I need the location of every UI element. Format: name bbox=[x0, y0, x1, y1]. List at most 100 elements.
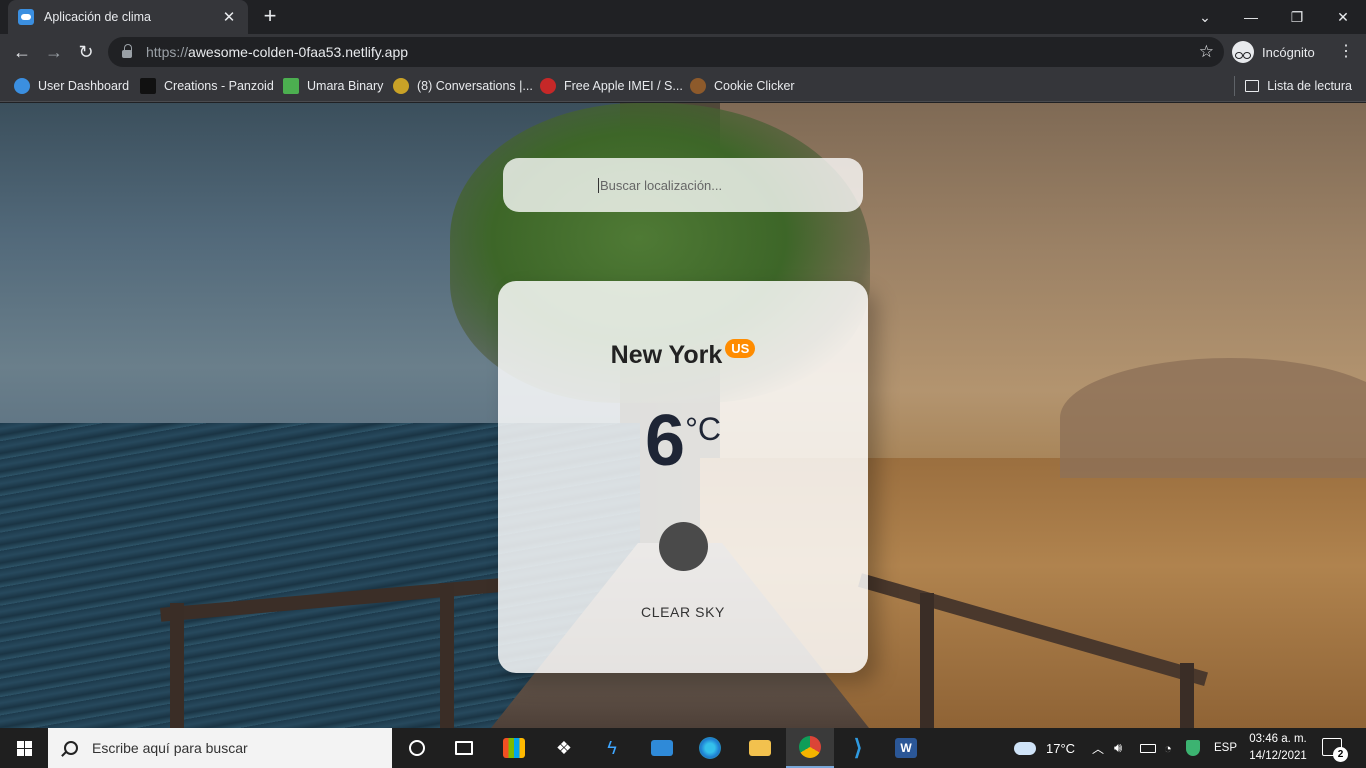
lock-icon[interactable] bbox=[122, 44, 132, 58]
country-badge: US bbox=[725, 339, 756, 358]
bookmark-star-icon[interactable]: ☆ bbox=[1199, 42, 1214, 62]
incognito-icon bbox=[1232, 41, 1254, 63]
file-explorer-button[interactable] bbox=[736, 728, 784, 768]
wifi-icon: ◔ bbox=[1164, 740, 1172, 756]
bookmark-favicon-icon bbox=[14, 78, 30, 94]
chevron-up-icon: ︿ bbox=[1092, 741, 1105, 756]
taskbar-search-placeholder: Escribe aquí para buscar bbox=[92, 740, 248, 756]
location-search-box bbox=[503, 158, 863, 212]
bookmark-favicon-icon bbox=[283, 78, 299, 94]
volume-button[interactable]: 🔊︎ bbox=[1114, 728, 1122, 768]
task-view-icon bbox=[455, 741, 473, 755]
weather-description: CLEAR SKY bbox=[641, 604, 725, 620]
mail-button[interactable] bbox=[638, 728, 686, 768]
language-label: ESP bbox=[1214, 742, 1238, 754]
new-tab-button[interactable]: + bbox=[258, 5, 282, 29]
word-button[interactable]: W bbox=[882, 728, 930, 768]
bookmark-favicon-icon bbox=[140, 78, 156, 94]
battery-button[interactable] bbox=[1140, 728, 1156, 768]
restore-button[interactable]: ❐ bbox=[1274, 0, 1320, 34]
temperature-unit: °C bbox=[685, 411, 721, 447]
windows-taskbar: Escribe aquí para buscar ❖ ϟ ⟩ W 17°C ︿ … bbox=[0, 728, 1366, 768]
app-button[interactable]: ϟ bbox=[588, 728, 636, 768]
location-search-input[interactable] bbox=[598, 177, 798, 193]
task-view-button[interactable] bbox=[440, 728, 488, 768]
weather-condition-icon bbox=[659, 522, 708, 571]
dropbox-icon: ❖ bbox=[555, 737, 573, 758]
forward-button[interactable]: → bbox=[40, 38, 68, 66]
bookmark-favicon-icon bbox=[540, 78, 556, 94]
background-post bbox=[920, 593, 934, 728]
background-dune-peak bbox=[1060, 358, 1366, 478]
notification-count-badge: 2 bbox=[1333, 747, 1348, 762]
taskbar-search-box[interactable]: Escribe aquí para buscar bbox=[48, 728, 392, 768]
folder-icon bbox=[749, 740, 771, 756]
bookmark-item[interactable]: Cookie Clicker bbox=[690, 76, 795, 96]
reading-list-button[interactable]: Lista de lectura bbox=[1234, 76, 1352, 96]
reload-button[interactable]: ↻ bbox=[72, 38, 100, 66]
bookmark-favicon-icon bbox=[690, 78, 706, 94]
close-tab-icon[interactable]: ✕ bbox=[220, 8, 238, 26]
clock[interactable]: 03:46 a. m. 14/12/2021 bbox=[1240, 731, 1316, 765]
network-button[interactable]: ◔ bbox=[1164, 728, 1172, 768]
weather-widget[interactable]: 17°C bbox=[1014, 728, 1075, 768]
windows-logo-icon bbox=[16, 740, 32, 756]
browser-menu-icon[interactable]: ⋮ bbox=[1336, 42, 1356, 62]
close-window-button[interactable]: ✕ bbox=[1320, 0, 1366, 34]
chrome-icon bbox=[799, 736, 821, 758]
search-icon bbox=[64, 741, 78, 755]
temperature-row: 6 °C bbox=[498, 403, 868, 479]
bookmark-item[interactable]: (8) Conversations |... bbox=[393, 76, 533, 96]
incognito-label: Incógnito bbox=[1262, 44, 1315, 60]
battery-icon bbox=[1140, 743, 1156, 753]
background-post bbox=[1180, 663, 1194, 728]
cortana-icon bbox=[409, 740, 425, 756]
clock-time: 03:46 a. m. bbox=[1249, 733, 1307, 745]
vscode-button[interactable]: ⟩ bbox=[834, 728, 882, 768]
incognito-indicator[interactable]: Incógnito bbox=[1232, 39, 1323, 65]
lightning-app-icon: ϟ bbox=[607, 737, 617, 758]
browser-titlebar: Aplicación de clima ✕ + ⌄ — ❐ ✕ bbox=[0, 0, 1366, 34]
address-bar[interactable]: https://awesome-colden-0faa53.netlify.ap… bbox=[108, 37, 1224, 67]
dropbox-button[interactable]: ❖ bbox=[540, 728, 588, 768]
bookmark-item[interactable]: Creations - Panzoid bbox=[140, 76, 274, 96]
temperature-value: 6 bbox=[645, 401, 686, 481]
weather-card: New York US 6 °C CLEAR SKY bbox=[498, 281, 868, 673]
microsoft-store-button[interactable] bbox=[490, 728, 538, 768]
background-post bbox=[440, 583, 454, 728]
security-button[interactable] bbox=[1186, 728, 1200, 768]
bookmark-item[interactable]: Umara Binary bbox=[283, 76, 383, 96]
chrome-button[interactable] bbox=[786, 728, 834, 768]
language-button[interactable]: ESP bbox=[1214, 728, 1237, 768]
speaker-icon: 🔊︎ bbox=[1114, 740, 1123, 755]
bookmark-item[interactable]: User Dashboard bbox=[14, 76, 129, 96]
back-button[interactable]: ← bbox=[8, 38, 36, 66]
cloud-icon bbox=[1014, 741, 1036, 755]
weather-temp: 17°C bbox=[1046, 740, 1076, 756]
edge-icon bbox=[699, 737, 721, 759]
browser-toolbar: ← → ↻ https://awesome-colden-0faa53.netl… bbox=[0, 34, 1366, 70]
reading-list-icon bbox=[1245, 80, 1260, 92]
word-icon: W bbox=[895, 738, 917, 758]
city-row: New York US bbox=[498, 339, 868, 370]
show-hidden-icons-button[interactable]: ︿ bbox=[1092, 728, 1104, 768]
page-viewport: New York US 6 °C CLEAR SKY bbox=[0, 103, 1366, 728]
start-button[interactable] bbox=[0, 728, 48, 768]
browser-tab[interactable]: Aplicación de clima ✕ bbox=[8, 0, 248, 34]
url-text: https://awesome-colden-0faa53.netlify.ap… bbox=[146, 44, 409, 60]
store-icon bbox=[503, 738, 525, 758]
background-post bbox=[170, 603, 184, 728]
weather-favicon-icon bbox=[18, 9, 34, 25]
edge-button[interactable] bbox=[686, 728, 734, 768]
bookmark-favicon-icon bbox=[393, 78, 409, 94]
cortana-button[interactable] bbox=[393, 728, 441, 768]
city-name: New York bbox=[610, 341, 723, 369]
mail-icon bbox=[651, 740, 673, 756]
tab-search-icon[interactable]: ⌄ bbox=[1182, 0, 1228, 34]
tab-title: Aplicación de clima bbox=[44, 10, 151, 24]
bookmark-item[interactable]: Free Apple IMEI / S... bbox=[540, 76, 683, 96]
clock-date: 14/12/2021 bbox=[1249, 750, 1307, 762]
minimize-button[interactable]: — bbox=[1228, 0, 1274, 34]
shield-icon bbox=[1186, 740, 1200, 756]
bookmarks-bar: User Dashboard Creations - Panzoid Umara… bbox=[0, 70, 1366, 102]
